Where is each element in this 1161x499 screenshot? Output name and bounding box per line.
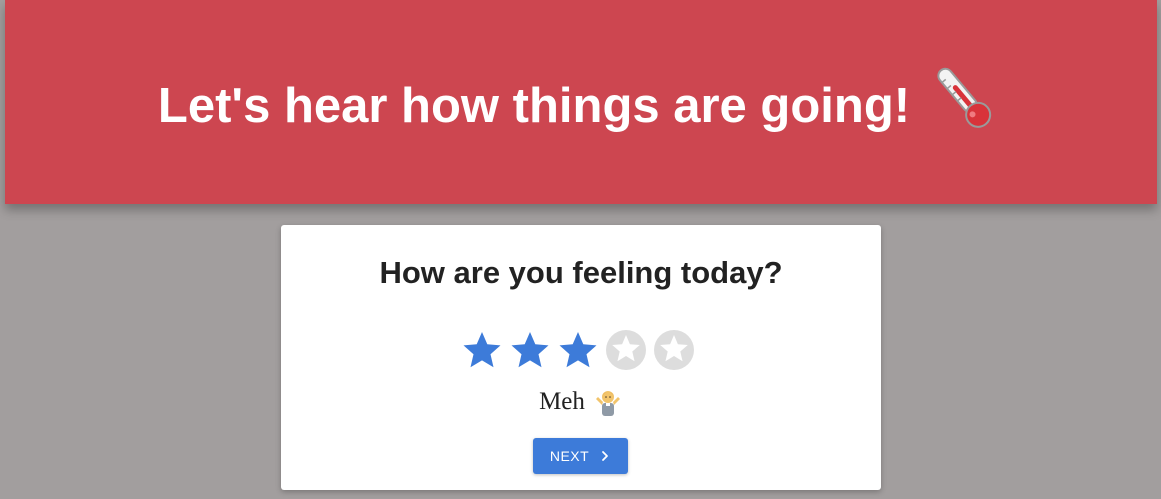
chevron-right-icon <box>602 451 609 461</box>
star-filled-icon[interactable] <box>509 329 551 371</box>
star-empty-icon[interactable] <box>605 329 647 371</box>
star-empty-icon[interactable] <box>653 329 695 371</box>
rating-label-text: Meh <box>539 388 585 415</box>
star-filled-icon[interactable] <box>461 329 503 371</box>
person-shrugging-icon <box>595 391 620 416</box>
question-heading: How are you feeling today? <box>379 255 783 290</box>
survey-card: How are you feeling today? Meh NEXT <box>281 225 881 490</box>
header-banner: Let's hear how things are going! <box>5 0 1157 204</box>
star-filled-icon[interactable] <box>557 329 599 371</box>
header-content: Let's hear how things are going! <box>157 67 1004 138</box>
next-button-label: NEXT <box>549 448 590 464</box>
star-rating[interactable] <box>461 329 695 371</box>
rating-label: Meh <box>281 387 881 417</box>
next-button[interactable]: NEXT <box>533 438 628 474</box>
thermometer-icon <box>937 67 992 128</box>
page-title: Let's hear how things are going! <box>157 79 911 133</box>
